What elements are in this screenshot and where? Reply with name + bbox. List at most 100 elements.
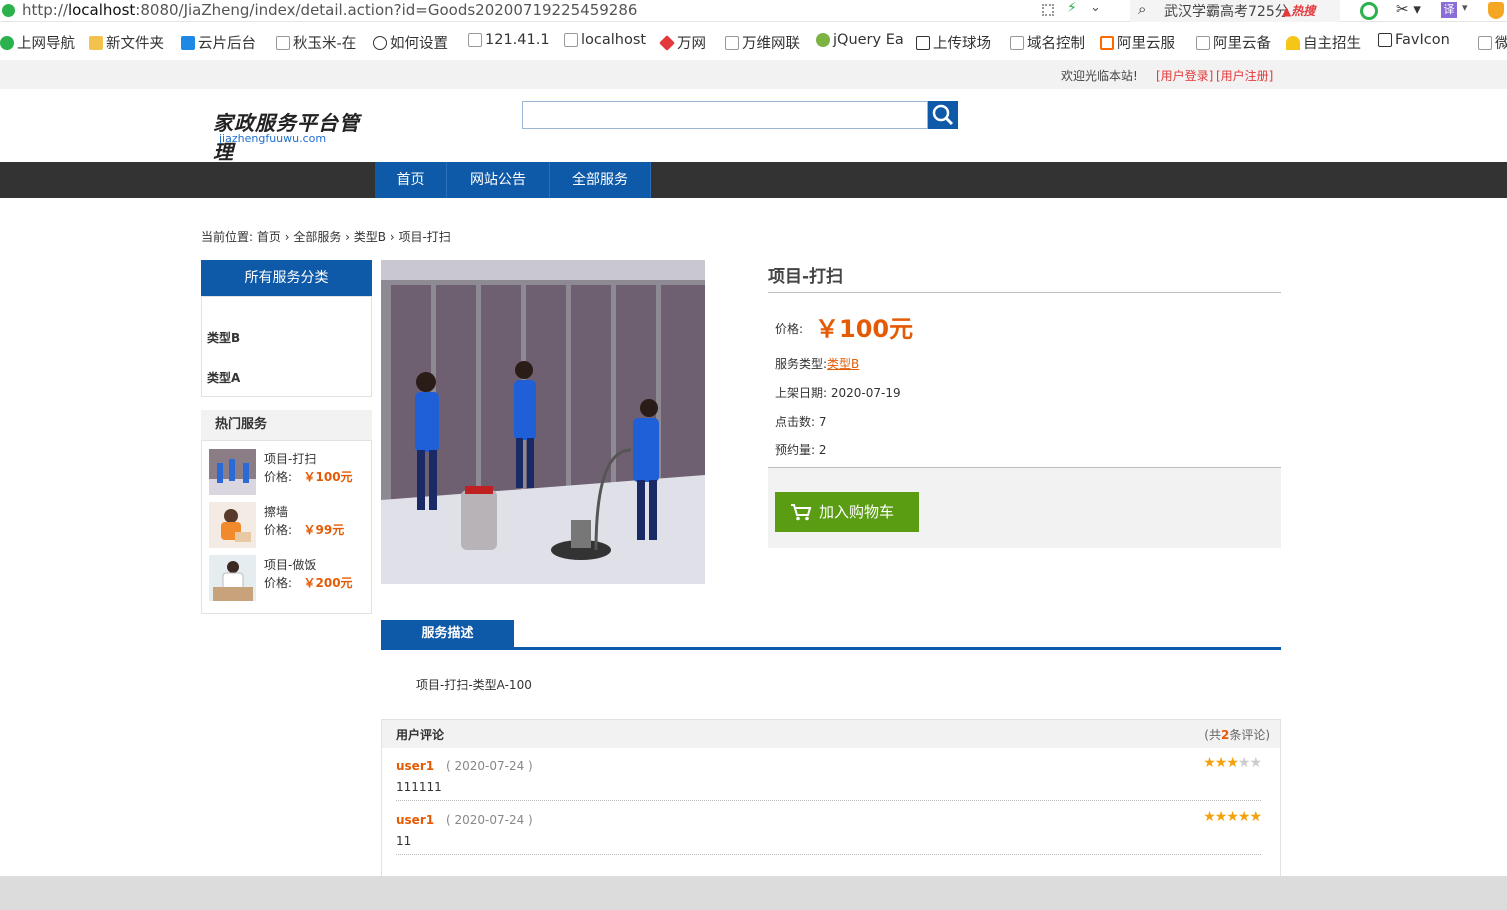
page-icon: [564, 33, 578, 47]
hot-service-item[interactable]: 项目-做饭 价格: ￥200元: [209, 555, 364, 601]
reviews-header: 用户评论 (共2条评论): [382, 720, 1280, 748]
page-icon: [725, 35, 739, 50]
bookmark-item[interactable]: 万网: [659, 32, 706, 53]
chevron-down-icon[interactable]: ⌄: [1090, 0, 1101, 15]
review-text: 11: [396, 834, 412, 848]
list-date-value: 2020-07-19: [830, 386, 901, 400]
description-text: 项目-打扫-类型A-100: [416, 678, 532, 692]
categories-title: 所有服务分类: [201, 260, 372, 296]
scissors-icon[interactable]: ✂ ▾: [1396, 0, 1421, 18]
add-to-cart-button[interactable]: 加入购物车: [775, 492, 919, 532]
booking-row: 预约量: 2: [775, 441, 827, 458]
bookmark-label: 上网导航: [17, 36, 75, 52]
url-prefix: http://: [22, 1, 68, 19]
secure-icon: [2, 4, 15, 17]
price-label: 价格:: [264, 523, 293, 537]
bookmark-label: 万网: [677, 36, 706, 52]
nav-announcements[interactable]: 网站公告: [447, 162, 550, 198]
hot-service-item[interactable]: 擦墙 价格: ￥99元: [209, 502, 364, 548]
tab-description[interactable]: 服务描述: [381, 620, 514, 648]
site-search-input[interactable]: [522, 101, 928, 129]
category-link[interactable]: 类型B: [207, 329, 240, 346]
breadcrumb-prefix: 当前位置:: [201, 230, 254, 244]
reviews-count-prefix: (共: [1204, 728, 1221, 742]
bookmark-item[interactable]: 自主招生: [1286, 32, 1361, 53]
bookmark-label: 云片后台: [198, 36, 256, 52]
hot-service-thumbnail: [209, 449, 256, 495]
lightning-icon[interactable]: ⚡: [1067, 0, 1077, 16]
register-link[interactable]: [用户注册]: [1216, 67, 1273, 84]
logo-domain: jiazhengfuuwu.com: [219, 132, 327, 145]
bookmark-item[interactable]: 上传球场: [916, 32, 991, 53]
price-label: 价格:: [775, 322, 804, 336]
nav-home[interactable]: 首页: [375, 162, 447, 198]
reviews-count-suffix: 条评论): [1229, 728, 1270, 742]
breadcrumb-all-services[interactable]: 全部服务: [293, 230, 341, 244]
booking-value: 2: [818, 443, 827, 457]
price-label: 价格:: [264, 576, 293, 590]
bookmark-label: 万维网联: [742, 36, 800, 52]
product-price: ￥100元: [815, 315, 914, 343]
qr-icon[interactable]: [1042, 4, 1054, 16]
review-date: ( 2020-07-24 ): [446, 813, 533, 827]
extension-icon[interactable]: [1360, 2, 1378, 20]
price-value: ￥200元: [303, 576, 353, 590]
translate-icon[interactable]: 译: [1441, 2, 1457, 18]
review-date: ( 2020-07-24 ): [446, 759, 533, 773]
shield-icon[interactable]: [1488, 2, 1504, 19]
bookmark-item[interactable]: 121.41.1: [468, 32, 550, 48]
breadcrumb-home[interactable]: 首页: [257, 230, 281, 244]
url-host: localhost: [67, 1, 136, 19]
browser-search-box[interactable]: ⌕ 武汉学霸高考725分 ▲热搜: [1130, 0, 1340, 22]
bookmark-item[interactable]: 上网导航: [0, 32, 75, 53]
chevron-down-icon[interactable]: ▾: [1462, 1, 1468, 14]
category-link[interactable]: 类型A: [207, 369, 240, 386]
nav-all-services[interactable]: 全部服务: [550, 162, 651, 198]
bookmark-item[interactable]: 如何设置: [373, 32, 448, 53]
bookmark-item[interactable]: 新文件夹: [89, 32, 164, 53]
price-value: ￥99元: [303, 523, 345, 537]
site-logo[interactable]: 家政服务平台管理 jiazhengfuuwu.com: [213, 107, 363, 164]
review-item: user1 ( 2020-07-24 ) ★★★★★ 11: [396, 809, 1262, 855]
bookmark-label: FavIcon: [1395, 32, 1450, 48]
bookmark-item[interactable]: 万维网联: [725, 32, 800, 53]
jquery-icon: [816, 33, 830, 47]
url-text[interactable]: http://localhost:8080/JiaZheng/index/det…: [22, 1, 637, 19]
aliyun-icon: [1100, 35, 1114, 50]
page-icon: [1196, 35, 1210, 50]
favicon-icon: [1378, 33, 1392, 47]
breadcrumb-category[interactable]: 类型B: [354, 230, 386, 244]
hot-service-price: 价格: ￥100元: [264, 468, 353, 485]
booking-label: 预约量:: [775, 443, 816, 457]
bookmark-item[interactable]: 域名控制: [1010, 32, 1085, 53]
bookmark-label: 秋玉米-在: [293, 36, 357, 52]
globe-icon: [0, 35, 14, 50]
bookmark-item[interactable]: 秋玉米-在: [276, 32, 356, 53]
bookmark-label: 微: [1495, 36, 1507, 52]
browser-url-bar[interactable]: http://localhost:8080/JiaZheng/index/det…: [0, 0, 1507, 22]
hot-services-title: 热门服务: [201, 410, 372, 440]
bookmark-item[interactable]: 阿里云备: [1196, 32, 1271, 53]
bookmark-item[interactable]: localhost: [564, 32, 646, 48]
add-to-cart-label: 加入购物车: [819, 503, 895, 521]
bookmark-item[interactable]: jQuery Ea: [816, 32, 904, 48]
service-type-link[interactable]: 类型B: [827, 357, 859, 371]
service-type-label: 服务类型:: [775, 357, 828, 371]
site-search-button[interactable]: [928, 101, 958, 129]
bookmark-item[interactable]: 微: [1478, 32, 1507, 53]
cloud-icon: [181, 35, 195, 50]
review-user: user1: [396, 813, 435, 827]
login-link[interactable]: [用户登录]: [1156, 67, 1213, 84]
bookmark-item[interactable]: FavIcon: [1378, 32, 1450, 48]
hot-service-name: 擦墙: [264, 505, 289, 519]
folder-icon: [89, 35, 103, 50]
paw-icon: [373, 35, 387, 50]
bookmark-label: 阿里云备: [1213, 36, 1271, 52]
hot-service-thumbnail: [209, 555, 256, 601]
bookmark-item[interactable]: 阿里云服: [1100, 32, 1175, 53]
hot-service-item[interactable]: 项目-打扫 价格: ￥100元: [209, 449, 364, 495]
bookmark-item[interactable]: 云片后台: [181, 32, 256, 53]
image-icon: [916, 35, 930, 50]
review-text: 111111: [396, 780, 442, 794]
page-icon: [276, 35, 290, 50]
